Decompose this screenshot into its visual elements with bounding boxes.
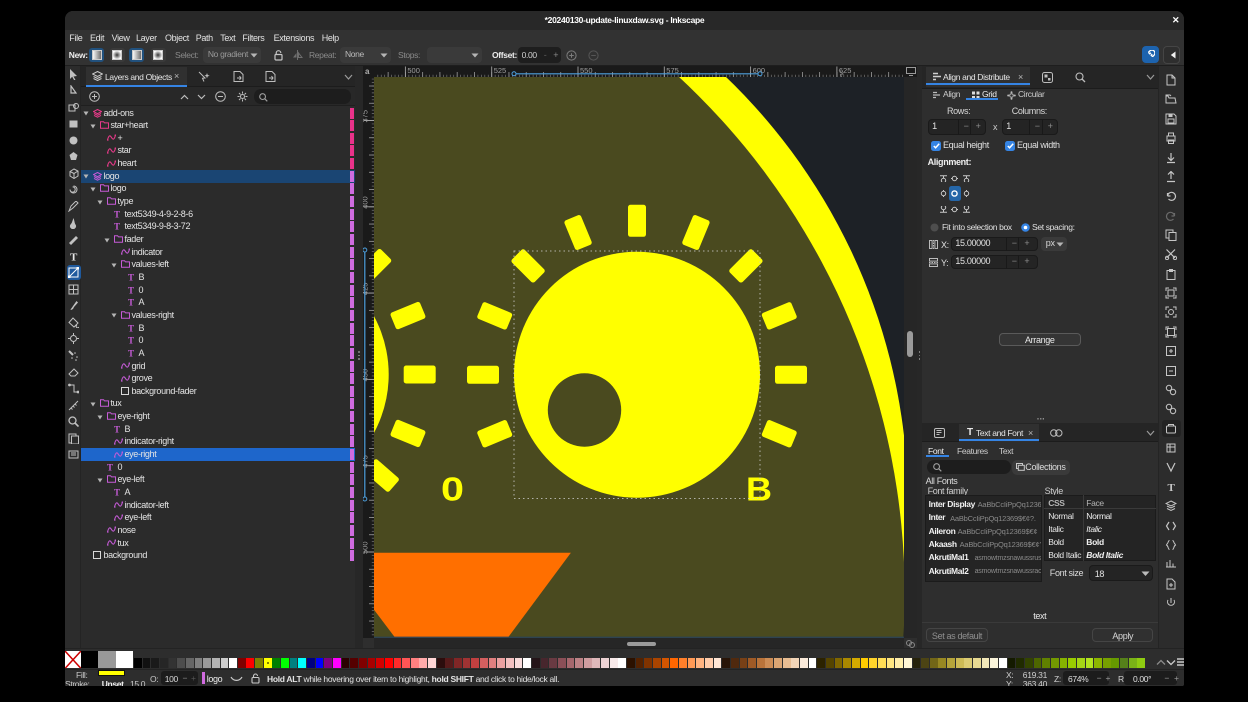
svg-text:T: T (128, 286, 134, 294)
svg-text:T: T (70, 251, 78, 262)
svg-text:T: T (114, 222, 120, 230)
svg-text:500: 500 (407, 66, 420, 75)
svg-text:525: 525 (494, 66, 507, 75)
svg-text:T: T (114, 425, 120, 433)
svg-text:625: 625 (839, 66, 852, 75)
svg-text:T: T (128, 336, 134, 344)
svg-text:T: T (128, 324, 134, 332)
svg-text:375: 375 (363, 110, 370, 123)
svg-text:0: 0 (441, 471, 464, 508)
svg-text:475: 475 (363, 455, 370, 468)
svg-text:T: T (114, 210, 120, 218)
svg-text:T: T (107, 463, 113, 471)
svg-text:450: 450 (363, 369, 370, 382)
svg-text:T: T (1168, 482, 1176, 493)
svg-text:425: 425 (363, 283, 370, 296)
svg-text:B: B (746, 471, 772, 508)
svg-text:T: T (114, 488, 120, 496)
svg-text:T: T (128, 349, 134, 357)
svg-text:400: 400 (363, 196, 370, 209)
svg-text:T: T (128, 298, 134, 306)
svg-text:500: 500 (363, 541, 370, 554)
svg-text:T: T (128, 273, 134, 281)
